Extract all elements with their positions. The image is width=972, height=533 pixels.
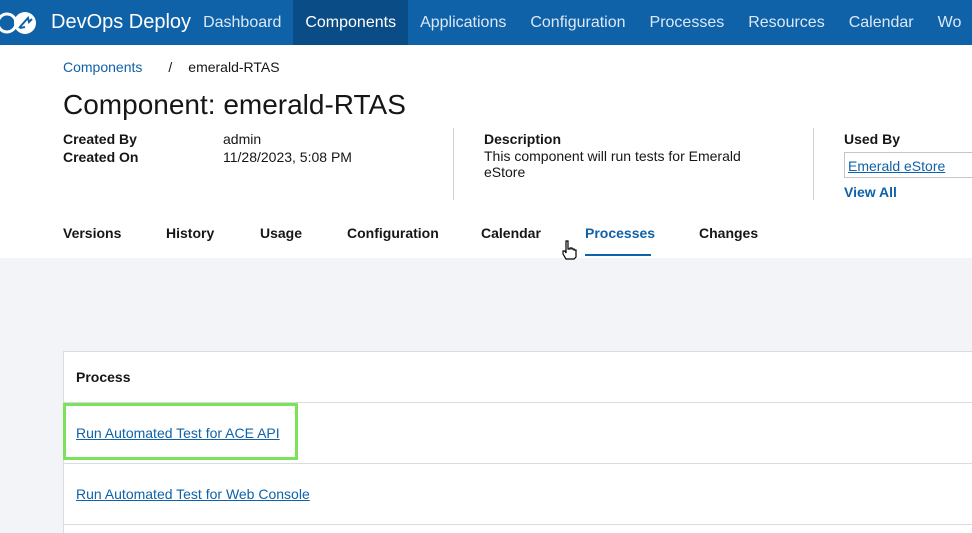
process-link[interactable]: Run Automated Test for Web Console [76,486,310,502]
page-title: Component: emerald-RTAS [63,89,406,120]
tab-usage[interactable]: Usage [260,225,302,241]
component-tabs: Versions History Usage Configuration Cal… [0,219,972,258]
nav-item-components[interactable]: Components [293,0,409,45]
tab-changes[interactable]: Changes [699,225,758,241]
nav-item-resources[interactable]: Resources [736,0,836,45]
tab-versions[interactable]: Versions [63,225,121,241]
nav-item-calendar[interactable]: Calendar [837,0,926,45]
used-by-label: Used By [844,131,901,147]
tab-calendar[interactable]: Calendar [481,225,541,241]
nav-item-applications[interactable]: Applications [408,0,518,45]
meta-divider [813,128,814,200]
hand-cursor-icon [561,240,577,260]
nav-item-configuration[interactable]: Configuration [518,0,637,45]
created-by-value: admin [223,131,262,147]
description-label: Description [484,131,562,147]
created-on-value: 11/28/2023, 5:08 PM [223,149,352,165]
description-value: This component will run tests for Emeral… [484,148,741,180]
component-header: Components / emerald-RTAS Component: eme… [0,45,972,258]
app-name: DevOps Deploy [51,11,192,33]
breadcrumb: Components / emerald-RTAS [63,59,280,75]
table-row: Run Automated Test for Web Console [64,464,972,525]
nav-item-work[interactable]: Wo [926,0,972,45]
breadcrumb-components-link[interactable]: Components [63,59,142,75]
top-nav-bar: DevOps Deploy Dashboard Components Appli… [0,0,972,45]
brand[interactable]: DevOps Deploy [0,0,191,45]
used-by-list: Emerald eStore [844,152,972,178]
created-by-label: Created By [63,131,137,147]
tab-processes[interactable]: Processes [585,225,655,241]
highlight-box [63,403,298,460]
tab-history[interactable]: History [166,225,214,241]
devops-logo-icon [0,8,38,38]
breadcrumb-separator: / [168,59,173,75]
created-on-label: Created On [63,149,139,165]
nav-item-processes[interactable]: Processes [638,0,737,45]
tab-configuration[interactable]: Configuration [347,225,439,241]
active-tab-indicator [585,254,651,256]
breadcrumb-current: emerald-RTAS [188,59,280,75]
main-nav: Dashboard Components Applications Config… [191,0,972,45]
meta-divider [453,128,454,200]
nav-item-dashboard[interactable]: Dashboard [191,0,293,45]
used-by-application-link[interactable]: Emerald eStore [848,158,945,174]
view-all-link[interactable]: View All [844,184,897,200]
column-header-process[interactable]: Process [64,352,972,403]
